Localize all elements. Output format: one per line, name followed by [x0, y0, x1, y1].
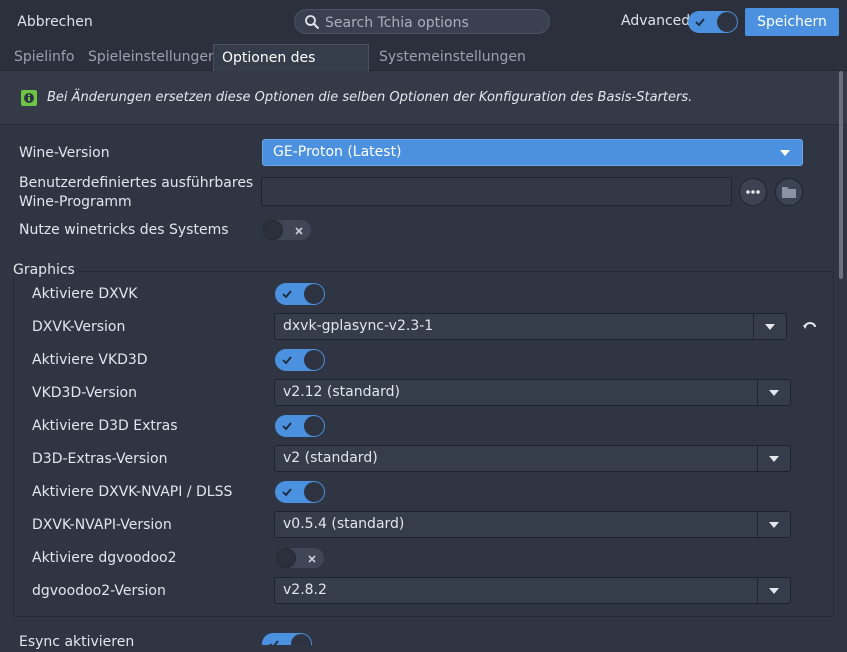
dropdown-button[interactable]	[757, 446, 790, 471]
dxvk-version-dropdown[interactable]: dxvk-gplasync-v2.3-1	[274, 313, 787, 340]
tab-spieleinstellungen[interactable]: Spieleinstellungen	[88, 44, 217, 71]
advanced-label: Advanced	[621, 13, 691, 29]
dropdown-button[interactable]	[757, 578, 790, 603]
d3d-extras-label: Aktiviere D3D Extras	[32, 418, 178, 434]
search-input[interactable]	[323, 10, 547, 35]
esync-label: Esync aktivieren	[19, 634, 135, 650]
cross-icon	[308, 555, 316, 563]
search-icon	[305, 15, 320, 30]
d3d-extras-version-value: v2 (standard)	[283, 450, 378, 466]
nvapi-label: Aktiviere DXVK-NVAPI / DLSS	[32, 484, 233, 500]
nvapi-toggle[interactable]	[275, 481, 325, 503]
wine-version-value: GE-Proton (Latest)	[273, 144, 402, 160]
toggle-knob	[304, 350, 324, 370]
dxvk-version-label: DXVK-Version	[32, 319, 126, 335]
vkd3d-version-value: v2.12 (standard)	[283, 384, 400, 400]
nvapi-version-label: DXVK-NVAPI-Version	[32, 517, 172, 533]
d3d-extras-version-dropdown[interactable]: v2 (standard)	[274, 445, 791, 472]
nvapi-version-dropdown[interactable]: v0.5.4 (standard)	[274, 511, 791, 538]
wine-version-dropdown[interactable]: GE-Proton (Latest)	[262, 139, 803, 166]
check-icon	[282, 290, 292, 299]
winetricks-label: Nutze winetricks des Systems	[19, 222, 229, 238]
advanced-toggle[interactable]	[688, 11, 738, 33]
toggle-knob	[263, 220, 283, 240]
browse-folder-button[interactable]	[775, 178, 803, 206]
custom-exe-label-line2: Wine-Programm	[19, 194, 132, 210]
info-text: Bei Änderungen ersetzen diese Optionen d…	[47, 90, 693, 105]
nvapi-version-value: v0.5.4 (standard)	[283, 516, 405, 532]
tab-systemeinstellungen[interactable]: Systemeinstellungen	[379, 44, 526, 71]
dxvk-toggle[interactable]	[275, 283, 325, 305]
dgvoodoo-toggle[interactable]	[275, 547, 325, 569]
tab-bar: Spielinfo Spieleinstellungen Optionen de…	[0, 44, 847, 93]
chevron-down-icon	[769, 456, 779, 462]
cross-icon	[295, 227, 303, 235]
dgvoodoo-version-label: dgvoodoo2-Version	[32, 583, 166, 599]
dropdown-button[interactable]	[757, 380, 790, 405]
browse-more-button[interactable]	[739, 178, 767, 206]
search-box[interactable]	[294, 9, 550, 35]
esync-toggle[interactable]	[262, 633, 312, 645]
save-button[interactable]: Speichern	[745, 8, 839, 36]
check-icon	[282, 356, 292, 365]
wine-version-label: Wine-Version	[19, 145, 110, 161]
dxvk-version-value: dxvk-gplasync-v2.3-1	[283, 318, 434, 334]
chevron-down-icon	[769, 522, 779, 528]
chevron-down-icon	[769, 390, 779, 396]
tab-spielinfo[interactable]: Spielinfo	[14, 44, 74, 71]
custom-exe-input[interactable]	[261, 177, 732, 206]
scrollbar[interactable]	[839, 71, 843, 279]
toggle-knob	[717, 12, 737, 32]
toggle-knob	[291, 634, 311, 645]
check-icon	[695, 18, 705, 27]
d3d-extras-toggle[interactable]	[275, 415, 325, 437]
check-icon	[269, 640, 279, 645]
d3d-extras-version-label: D3D-Extras-Version	[32, 451, 168, 467]
winetricks-toggle[interactable]	[262, 219, 312, 241]
folder-icon	[782, 187, 796, 198]
header-bar: Abbrechen Advanced Speichern	[0, 0, 847, 44]
info-bar: Bei Änderungen ersetzen diese Optionen d…	[0, 71, 847, 125]
chevron-down-icon	[765, 324, 775, 330]
info-icon	[21, 90, 37, 106]
toggle-knob	[304, 284, 324, 304]
dxvk-label: Aktiviere DXVK	[32, 286, 138, 302]
dropdown-button[interactable]	[757, 512, 790, 537]
dgvoodoo-version-dropdown[interactable]: v2.8.2	[274, 577, 791, 604]
vkd3d-version-label: VKD3D-Version	[32, 385, 137, 401]
toggle-knob	[276, 548, 296, 568]
revert-icon[interactable]	[802, 319, 818, 335]
dropdown-button[interactable]	[753, 314, 786, 339]
vkd3d-toggle[interactable]	[275, 349, 325, 371]
cancel-button[interactable]: Abbrechen	[6, 7, 104, 37]
more-icon	[746, 190, 760, 194]
vkd3d-version-dropdown[interactable]: v2.12 (standard)	[274, 379, 791, 406]
tab-optionen-des-starters[interactable]: Optionen des Starters	[213, 44, 369, 93]
chevron-down-icon	[780, 150, 790, 156]
graphics-title: Graphics	[13, 262, 78, 278]
check-icon	[282, 422, 292, 431]
dgvoodoo-version-value: v2.8.2	[283, 582, 327, 598]
custom-exe-label-line1: Benutzerdefiniertes ausführbares	[19, 175, 254, 191]
check-icon	[282, 488, 292, 497]
chevron-down-icon	[769, 588, 779, 594]
toggle-knob	[304, 482, 324, 502]
toggle-knob	[304, 416, 324, 436]
dgvoodoo-label: Aktiviere dgvoodoo2	[32, 550, 177, 566]
vkd3d-label: Aktiviere VKD3D	[32, 352, 148, 368]
